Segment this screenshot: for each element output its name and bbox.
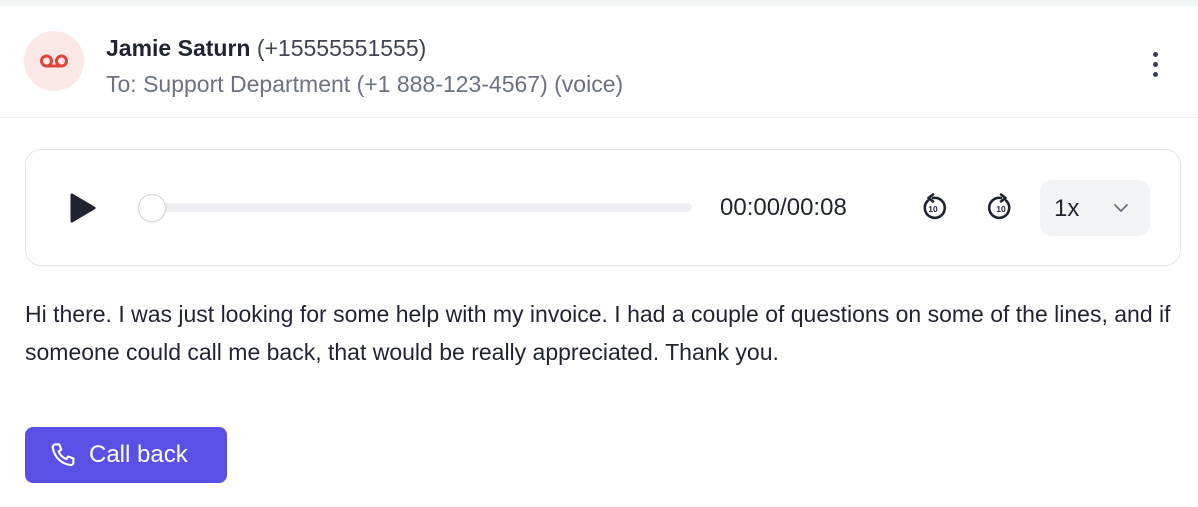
call-back-button[interactable]: Call back (25, 427, 227, 483)
playback-speed-select[interactable]: 1x (1040, 180, 1150, 236)
playback-time: 00:00/00:08 (720, 194, 847, 221)
avatar (24, 31, 84, 91)
caller-name: Jamie Saturn (106, 35, 251, 61)
phone-icon (51, 443, 75, 467)
seek-handle[interactable] (138, 194, 166, 222)
forward-10-icon: 10 (987, 193, 1011, 220)
play-button[interactable] (66, 190, 100, 226)
caller-number: (+15555551555) (256, 35, 427, 61)
more-vertical-icon (1152, 51, 1158, 57)
more-options-button[interactable] (1140, 44, 1170, 84)
voicemail-header: Jamie Saturn (+15555551555) To: Support … (0, 6, 1198, 118)
svg-text:10: 10 (996, 204, 1006, 214)
rewind-10-icon: 10 (923, 193, 947, 220)
more-vertical-icon-dot (1152, 61, 1158, 67)
chevron-down-icon (1114, 204, 1128, 212)
more-vertical-icon-dot (1152, 71, 1158, 77)
voicemail-card: Jamie Saturn (+15555551555) To: Support … (0, 0, 1198, 507)
recipient-line: To: Support Department (+1 888-123-4567)… (106, 71, 624, 97)
playback-speed-value: 1x (1054, 195, 1080, 222)
call-back-label: Call back (89, 441, 188, 468)
play-icon (70, 193, 96, 223)
svg-text:10: 10 (928, 204, 938, 214)
voicemail-transcript: Hi there. I was just looking for some he… (25, 301, 1171, 365)
caller-line: Jamie Saturn (+15555551555) (106, 34, 426, 62)
skip-back-button[interactable]: 10 (916, 191, 950, 225)
seek-track[interactable] (138, 203, 692, 212)
voicemail-icon (40, 54, 68, 68)
skip-forward-button[interactable]: 10 (984, 191, 1018, 225)
audio-player: 00:00/00:08 10 10 1x (25, 149, 1181, 266)
